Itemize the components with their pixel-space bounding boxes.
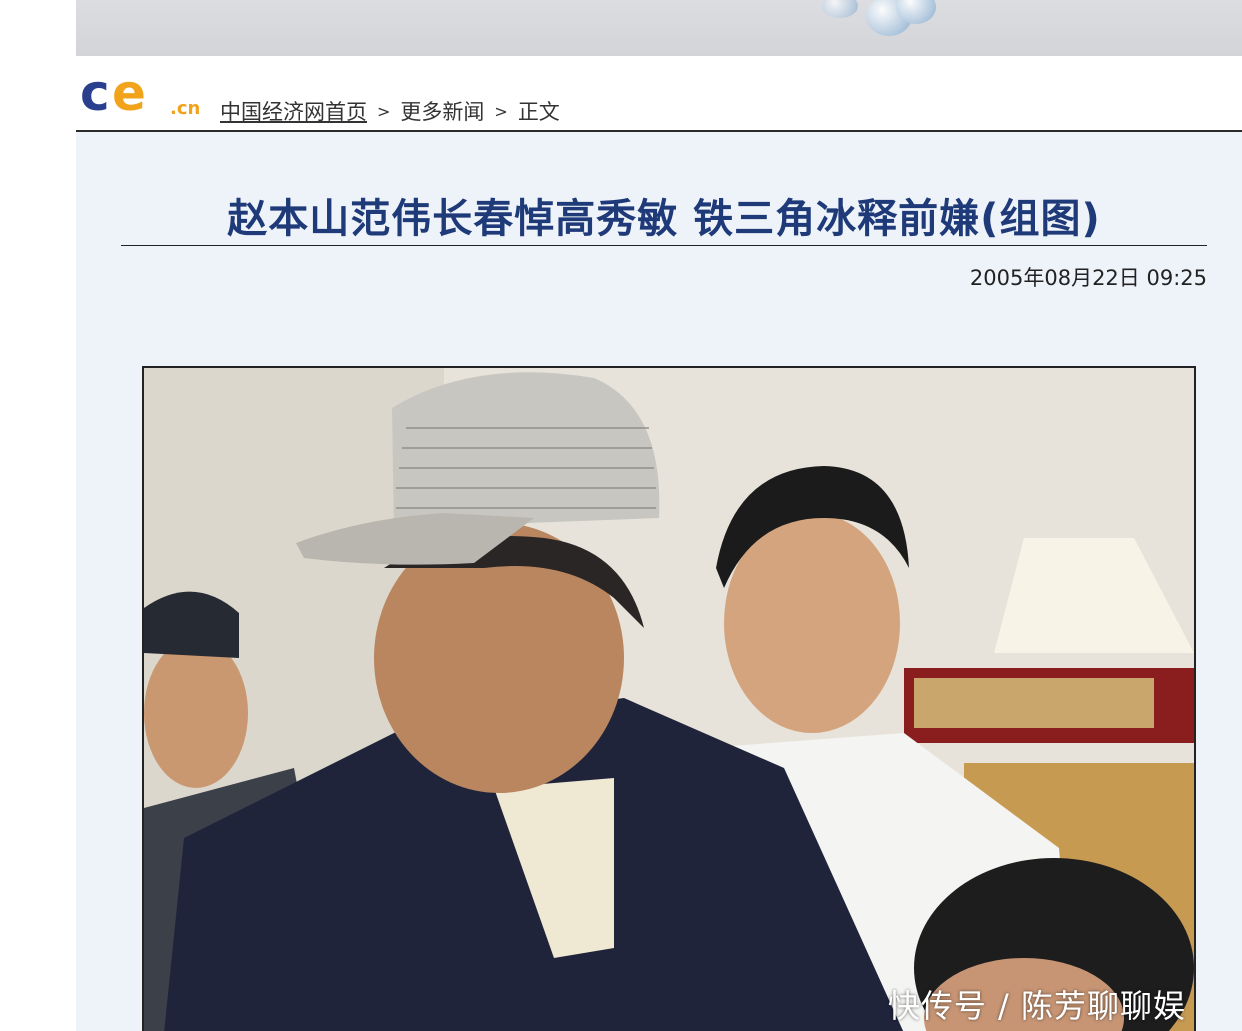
bubble-decoration xyxy=(822,0,858,18)
title-divider xyxy=(121,245,1207,246)
photo-illustration xyxy=(144,368,1194,1031)
article-photo[interactable]: 快传号 / 陈芳聊聊娱 xyxy=(142,366,1196,1031)
breadcrumb-home-link[interactable]: 中国经济网首页 xyxy=(220,96,367,126)
watermark-text: 快传号 / 陈芳聊聊娱 xyxy=(887,987,1186,1025)
breadcrumb-separator: > xyxy=(377,101,391,121)
breadcrumb-current: 正文 xyxy=(517,100,560,124)
man-center-cap xyxy=(392,372,660,528)
breadcrumb-separator: > xyxy=(494,101,508,121)
left-margin xyxy=(0,0,76,1031)
logo-suffix: .cn xyxy=(170,98,200,119)
top-banner xyxy=(76,0,1242,57)
article-date: 2005年08月22日 09:25 xyxy=(969,266,1207,290)
breadcrumb-more-news-link[interactable]: 更多新闻 xyxy=(400,96,484,126)
man-left-face xyxy=(144,638,248,788)
breadcrumb: 中国经济网首页 > 更多新闻 > 正文 xyxy=(220,96,560,126)
article-title: 赵本山范伟长春悼高秀敏 铁三角冰释前嫌(组图) xyxy=(227,196,1101,242)
ce-logo[interactable]: c e .cn xyxy=(78,64,218,124)
logo-c: c xyxy=(80,64,110,122)
logo-e: e xyxy=(112,64,146,122)
